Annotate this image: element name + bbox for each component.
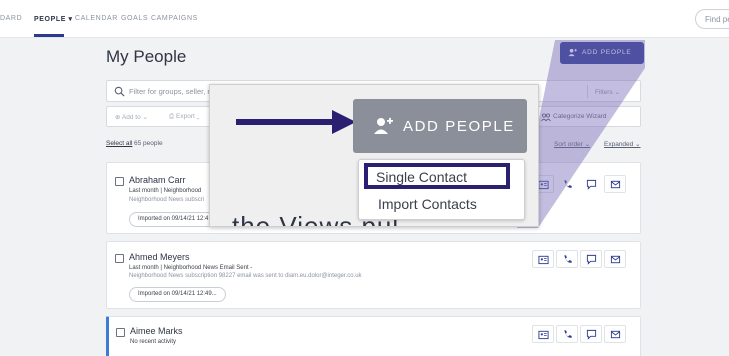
envelope-icon — [610, 255, 621, 264]
top-nav: DARD PEOPLE ▾ CALENDAR GOALS CAMPAIGNS F… — [0, 0, 729, 38]
envelope-icon — [610, 330, 621, 339]
people-count: 65 people — [134, 140, 163, 147]
address-card-icon — [538, 255, 549, 265]
contact-card-button[interactable] — [532, 325, 554, 343]
contact-actions — [532, 325, 628, 343]
categorize-wizard-icon — [541, 113, 551, 122]
search-icon — [114, 86, 125, 97]
imported-badge: Imported on 09/14/21 12:49... — [129, 287, 226, 302]
contact-activity: Last month | Neighborhood — [129, 188, 202, 194]
contact-checkbox[interactable] — [115, 177, 124, 186]
call-button[interactable] — [556, 325, 578, 343]
phone-icon — [564, 180, 572, 188]
add-person-icon — [374, 117, 393, 134]
contact-actions — [532, 175, 628, 193]
add-people-button[interactable]: ADD PEOPLE — [560, 42, 644, 64]
message-button[interactable] — [580, 175, 602, 193]
envelope-icon — [610, 180, 621, 189]
zoomed-add-people-label: ADD PEOPLE — [403, 118, 515, 135]
contact-card[interactable]: Ahmed Meyers Last month | Neighborhood N… — [106, 241, 641, 309]
page-title: My People — [106, 47, 187, 66]
phone-icon — [564, 330, 572, 338]
contact-name[interactable]: Ahmed Meyers — [129, 252, 190, 262]
menu-item-single-contact[interactable]: Single Contact — [364, 163, 510, 189]
add-people-label: ADD PEOPLE — [582, 49, 632, 56]
nav-item-dashboard[interactable]: DARD — [0, 15, 22, 22]
message-button[interactable] — [580, 250, 602, 268]
contact-checkbox[interactable] — [115, 254, 124, 263]
message-button[interactable] — [580, 325, 602, 343]
add-to-button[interactable]: ⊕ Add to ⌄ — [115, 113, 148, 121]
phone-icon — [564, 255, 572, 263]
menu-item-import-contacts[interactable]: Import Contacts — [364, 192, 510, 218]
chat-icon — [586, 254, 597, 265]
contact-checkbox[interactable] — [116, 328, 125, 337]
contact-actions — [532, 250, 628, 268]
find-people-input[interactable]: Find peo — [695, 9, 729, 29]
categorize-wizard-button[interactable]: Categorize Wizard — [553, 113, 606, 120]
search-placeholder: Filter for groups, seller, n — [129, 87, 212, 96]
add-people-menu: Single Contact Import Contacts — [358, 159, 525, 220]
contact-card[interactable]: Aimee Marks No recent activity — [106, 316, 641, 356]
select-all-link[interactable]: Select all — [106, 140, 132, 147]
nav-item-campaigns[interactable]: CAMPAIGNS — [151, 15, 198, 22]
contact-card-button[interactable] — [532, 250, 554, 268]
divider — [587, 85, 588, 98]
export-button[interactable]: ⎙ Export ⌄ — [169, 113, 200, 121]
view-mode-dropdown[interactable]: Expanded ⌄ — [604, 140, 641, 148]
email-button[interactable] — [604, 250, 626, 268]
imported-badge: Imported on 09/14/21 12:4 — [129, 212, 218, 227]
sort-order-dropdown[interactable]: Sort order ⌄ — [554, 140, 590, 148]
nav-item-people[interactable]: PEOPLE ▾ — [34, 15, 73, 23]
address-card-icon — [538, 180, 549, 190]
nav-active-indicator — [34, 34, 64, 37]
contact-name[interactable]: Abraham Carr — [129, 175, 186, 185]
call-button[interactable] — [556, 175, 578, 193]
zoomed-add-people-button[interactable]: ADD PEOPLE — [353, 99, 527, 153]
contact-activity-detail: Neighborhood News subscri — [129, 197, 205, 203]
chat-icon — [586, 179, 597, 190]
zoom-callout: the Views pul ADD PEOPLE Single Contact … — [209, 84, 539, 227]
add-person-icon — [568, 48, 577, 57]
arrow-right-icon — [236, 110, 356, 134]
contact-activity: No recent activity — [130, 339, 177, 345]
contact-activity: Last month | Neighborhood News Email Sen… — [129, 265, 253, 271]
email-button[interactable] — [604, 175, 626, 193]
email-button[interactable] — [604, 325, 626, 343]
contact-name[interactable]: Aimee Marks — [130, 326, 183, 336]
call-button[interactable] — [556, 250, 578, 268]
nav-item-goals[interactable]: GOALS — [121, 15, 148, 22]
chat-icon — [586, 329, 597, 340]
address-card-icon — [538, 330, 549, 340]
filters-dropdown[interactable]: Filters ⌄ — [595, 88, 620, 96]
contact-activity-detail: Neighborhood News subscription 98227 ema… — [129, 273, 362, 279]
nav-item-calendar[interactable]: CALENDAR — [75, 15, 118, 22]
